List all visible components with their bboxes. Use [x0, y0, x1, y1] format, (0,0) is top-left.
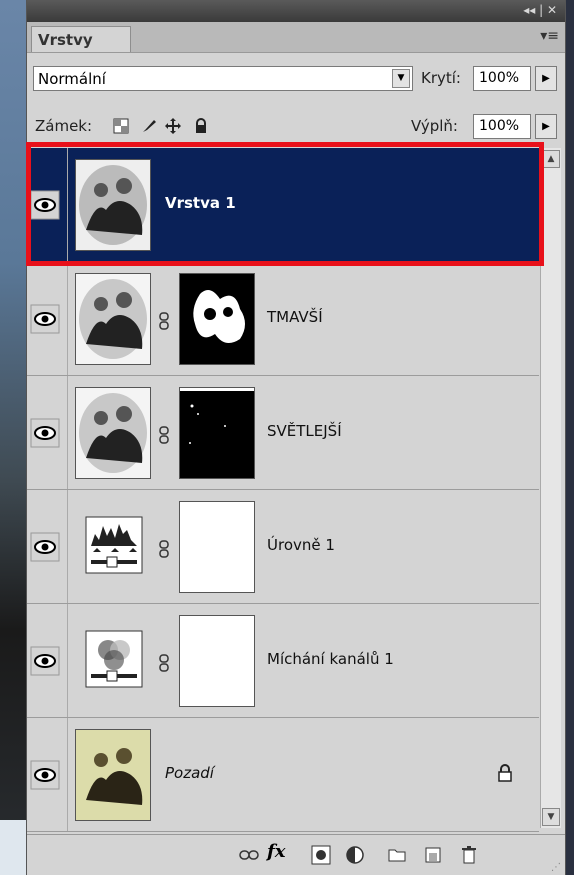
lock-brush-icon[interactable]	[141, 118, 157, 134]
layer-mask-thumbnail	[179, 501, 255, 593]
layers-scrollbar[interactable]: ▲ ▼	[540, 148, 561, 828]
scroll-down-button[interactable]: ▼	[542, 808, 560, 826]
dropdown-arrow-icon[interactable]: ▼	[392, 69, 410, 88]
eye-icon[interactable]	[30, 532, 60, 562]
levels-adjustment-icon	[85, 516, 143, 574]
layer-mask-thumbnail	[179, 387, 255, 479]
eye-icon[interactable]	[30, 646, 60, 676]
opacity-label: Krytí:	[421, 69, 461, 87]
blend-mode-value: Normální	[38, 70, 106, 88]
panel-menu-icon[interactable]: ▾≡	[540, 28, 559, 44]
panel-bottom-toolbar: fx ⋰	[27, 834, 565, 875]
fx-icon[interactable]: fx	[267, 841, 287, 862]
eye-icon[interactable]	[30, 304, 60, 334]
layer-name[interactable]: Úrovně 1	[267, 536, 335, 554]
opacity-stepper[interactable]: ▶	[535, 66, 557, 91]
layer-name[interactable]: Míchání kanálů 1	[267, 650, 394, 668]
layer-name[interactable]: SVĚTLEJŠÍ	[267, 422, 342, 440]
panel-tabbar: Vrstvy ▾≡	[27, 22, 565, 53]
link-icon[interactable]	[157, 312, 171, 330]
layer-thumbnail	[75, 159, 151, 251]
background-right	[566, 0, 574, 875]
fill-input[interactable]: 100%	[473, 114, 531, 139]
delete-layer-icon[interactable]	[459, 845, 479, 865]
background-left	[0, 0, 26, 875]
lock-row: Zámek: Výplň: 100% ▶	[33, 112, 559, 142]
window-controls[interactable]: ◂◂ | ✕	[523, 3, 557, 17]
lock-label: Zámek:	[35, 117, 93, 135]
resize-grip-icon[interactable]: ⋰	[551, 862, 561, 873]
link-icon[interactable]	[157, 654, 171, 672]
layer-row[interactable]: SVĚTLEJŠÍ	[27, 376, 539, 490]
layer-row[interactable]: Úrovně 1	[27, 490, 539, 604]
link-layers-icon[interactable]	[239, 845, 259, 865]
add-mask-icon[interactable]	[311, 845, 331, 865]
fill-stepper[interactable]: ▶	[535, 114, 557, 139]
layer-thumbnail	[75, 729, 151, 821]
layer-mask-thumbnail	[179, 273, 255, 365]
layer-lock-icon	[498, 764, 512, 782]
blend-mode-select[interactable]: Normální ▼	[33, 66, 413, 91]
layer-thumbnail	[75, 273, 151, 365]
layer-row[interactable]: TMAVŠÍ	[27, 262, 539, 376]
layer-row[interactable]: Míchání kanálů 1	[27, 604, 539, 718]
lock-transparency-icon[interactable]	[113, 118, 129, 134]
eye-icon[interactable]	[30, 760, 60, 790]
blend-row: Normální ▼ Krytí: 100% ▶	[33, 64, 559, 92]
layer-mask-thumbnail	[179, 615, 255, 707]
eye-icon[interactable]	[30, 418, 60, 448]
layers-panel: ◂◂ | ✕ Vrstvy ▾≡ Normální ▼ Krytí: 100% …	[26, 0, 566, 875]
lock-move-icon[interactable]	[165, 118, 181, 134]
link-icon[interactable]	[157, 426, 171, 444]
layer-name[interactable]: TMAVŠÍ	[267, 308, 323, 326]
panel-titlebar: ◂◂ | ✕	[27, 0, 565, 22]
scroll-up-button[interactable]: ▲	[542, 150, 560, 168]
group-folder-icon[interactable]	[387, 845, 407, 865]
tab-layers[interactable]: Vrstvy	[31, 26, 131, 52]
adjustment-layer-icon[interactable]	[345, 845, 365, 865]
new-layer-icon[interactable]	[423, 845, 443, 865]
eye-icon[interactable]	[30, 190, 60, 220]
layer-thumbnail	[75, 387, 151, 479]
opacity-input[interactable]: 100%	[473, 66, 531, 91]
layers-list: Vrstva 1 TMAVŠÍ SVĚTLEJŠÍ Úrovně 1 Míchá…	[27, 142, 539, 832]
fill-label: Výplň:	[411, 117, 458, 135]
layer-name[interactable]: Vrstva 1	[165, 194, 236, 212]
layer-row[interactable]: Vrstva 1	[27, 148, 539, 262]
link-icon[interactable]	[157, 540, 171, 558]
layer-row[interactable]: Pozadí	[27, 718, 539, 832]
layer-name[interactable]: Pozadí	[165, 764, 214, 782]
lock-all-icon[interactable]	[193, 118, 209, 134]
channel-mixer-icon	[85, 630, 143, 688]
